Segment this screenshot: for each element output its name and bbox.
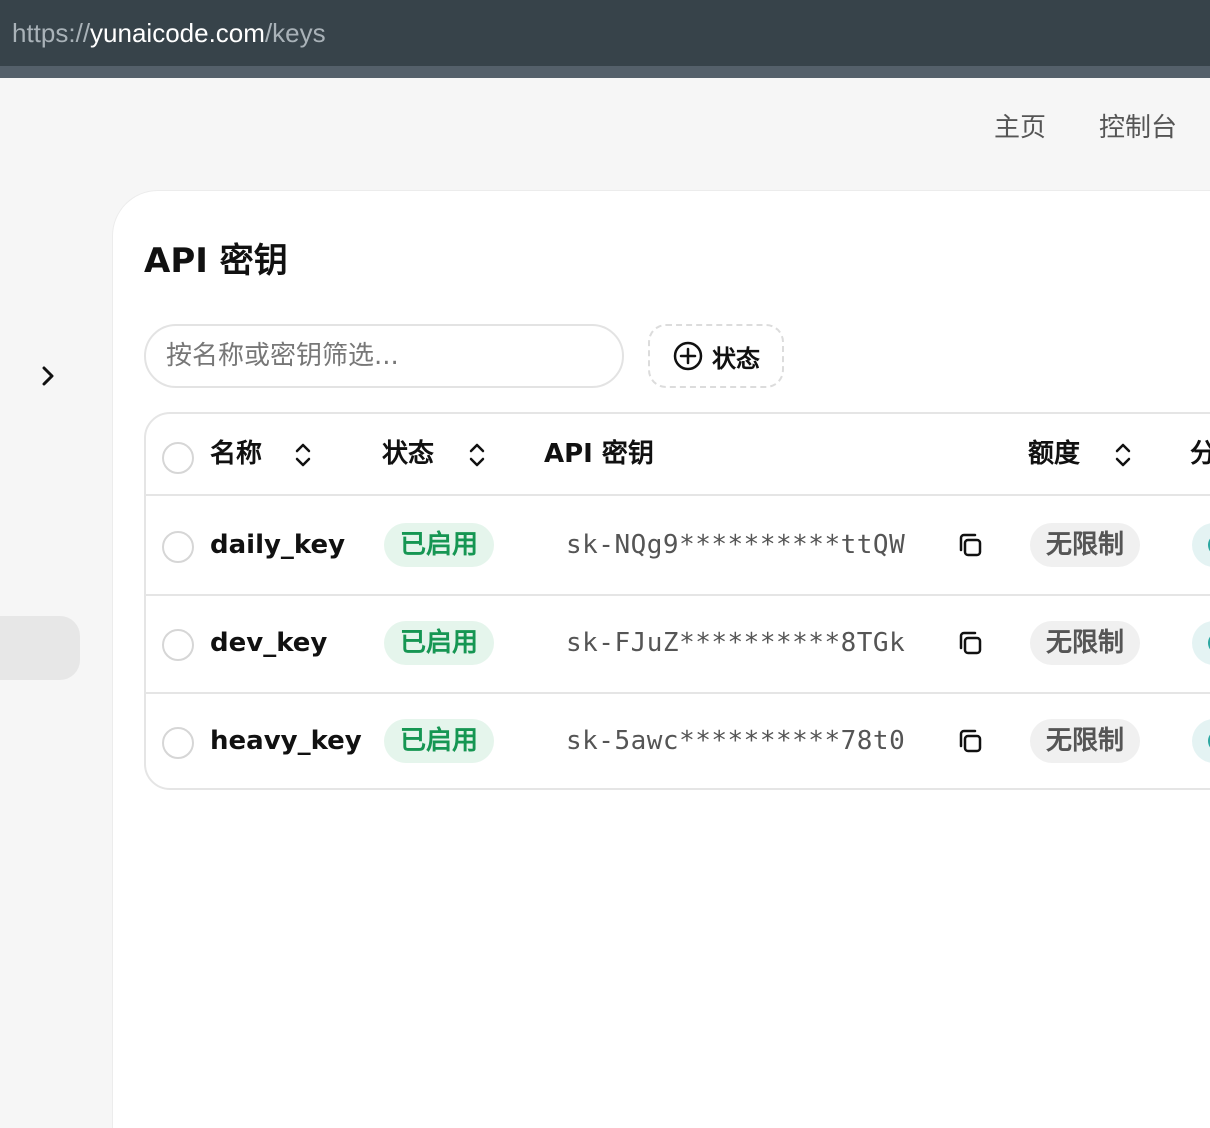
sort-updown-icon[interactable]	[466, 440, 488, 470]
table-row: daily_key 已启用 sk-NQg9**********ttQW 无限制	[146, 496, 1210, 594]
chevron-right-icon	[42, 366, 54, 386]
table-header-row: 名称 状态 API 密钥 额度 分	[146, 414, 1210, 496]
copy-icon	[959, 533, 982, 557]
status-badge: 已启用	[384, 719, 495, 763]
sidebar-active-item[interactable]	[0, 616, 80, 680]
url-host: yunaicode.com	[90, 18, 265, 48]
url-text: https://yunaicode.com/keys	[12, 16, 326, 50]
table-row: heavy_key 已启用 sk-5awc**********78t0 无限制	[146, 692, 1210, 788]
copy-icon	[959, 729, 982, 753]
copy-key-button[interactable]	[952, 625, 988, 661]
row-checkbox[interactable]	[162, 629, 194, 661]
row-checkbox[interactable]	[162, 531, 194, 563]
status-filter-button[interactable]: 状态	[648, 324, 784, 388]
page-title: API 密钥	[144, 241, 288, 281]
api-key-value: sk-NQg9**********ttQW	[566, 530, 906, 560]
header-name[interactable]: 名称	[210, 436, 262, 472]
copy-key-button[interactable]	[952, 723, 988, 759]
partial-badge	[1192, 523, 1210, 567]
header-partial-column: 分	[1190, 436, 1210, 472]
key-name: daily_key	[210, 530, 346, 560]
sort-updown-icon[interactable]	[1112, 440, 1134, 470]
sort-updown-icon[interactable]	[292, 440, 314, 470]
row-checkbox[interactable]	[162, 727, 194, 759]
header-api-key: API 密钥	[544, 439, 654, 469]
api-key-value: sk-5awc**********78t0	[566, 726, 906, 756]
copy-icon	[959, 631, 982, 655]
quota-badge: 无限制	[1030, 719, 1141, 763]
status-filter-label: 状态	[712, 344, 760, 373]
key-name: dev_key	[210, 628, 328, 658]
copy-key-button[interactable]	[952, 527, 988, 563]
nav-console-link[interactable]: 控制台	[1099, 108, 1177, 148]
browser-toolbar-edge	[0, 66, 1210, 78]
key-name: heavy_key	[210, 726, 362, 756]
header-quota[interactable]: 额度	[1028, 436, 1080, 472]
api-key-value: sk-FJuZ**********8TGk	[566, 628, 906, 658]
plus-circle-icon	[673, 341, 703, 371]
select-all-checkbox[interactable]	[162, 442, 194, 474]
partial-badge	[1192, 719, 1210, 763]
url-path: /keys	[264, 18, 326, 48]
api-keys-table: 名称 状态 API 密钥 额度 分 daily_key 已启用 sk-NQg9*…	[144, 412, 1210, 790]
sidebar-expand-button[interactable]	[34, 360, 62, 392]
status-badge: 已启用	[384, 523, 495, 567]
quota-badge: 无限制	[1030, 621, 1141, 665]
nav-home-link[interactable]: 主页	[994, 108, 1046, 148]
partial-badge	[1192, 621, 1210, 665]
table-row: dev_key 已启用 sk-FJuZ**********8TGk 无限制	[146, 594, 1210, 692]
browser-url-bar[interactable]: https://yunaicode.com/keys	[0, 0, 1210, 66]
url-scheme: https://	[12, 18, 91, 48]
search-input[interactable]	[144, 324, 624, 388]
quota-badge: 无限制	[1030, 523, 1141, 567]
status-badge: 已启用	[384, 621, 495, 665]
header-status[interactable]: 状态	[382, 436, 434, 472]
